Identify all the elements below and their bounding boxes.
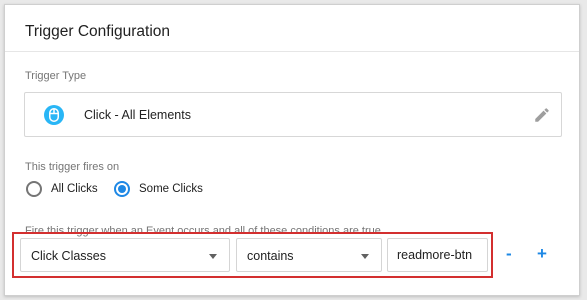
- variable-select-value: Click Classes: [31, 249, 107, 263]
- variable-select[interactable]: Click Classes: [20, 238, 230, 272]
- chevron-down-icon: [361, 254, 369, 259]
- condition-value-input[interactable]: [387, 238, 488, 272]
- operator-select-value: contains: [247, 249, 294, 263]
- radio-some-clicks[interactable]: Some Clicks: [114, 181, 203, 197]
- trigger-type-name: Click - All Elements: [84, 108, 191, 122]
- operator-select[interactable]: contains: [236, 238, 382, 272]
- panel-title: Trigger Configuration: [25, 23, 171, 40]
- radio-label-some-clicks: Some Clicks: [139, 183, 203, 195]
- radio-all-clicks[interactable]: All Clicks: [26, 181, 98, 197]
- radio-button-unchecked[interactable]: [26, 181, 42, 197]
- trigger-type-selector[interactable]: Click - All Elements: [24, 92, 562, 137]
- remove-condition-button[interactable]: -: [506, 245, 512, 263]
- chevron-down-icon: [209, 254, 217, 259]
- trigger-type-label: Trigger Type: [25, 70, 87, 82]
- mouse-click-icon: [44, 105, 64, 125]
- radio-button-checked[interactable]: [114, 181, 130, 197]
- title-divider: [5, 51, 579, 52]
- pencil-icon[interactable]: [533, 106, 551, 124]
- radio-label-all-clicks: All Clicks: [51, 183, 98, 195]
- add-condition-button[interactable]: +: [537, 245, 547, 263]
- fires-on-label: This trigger fires on: [25, 161, 120, 173]
